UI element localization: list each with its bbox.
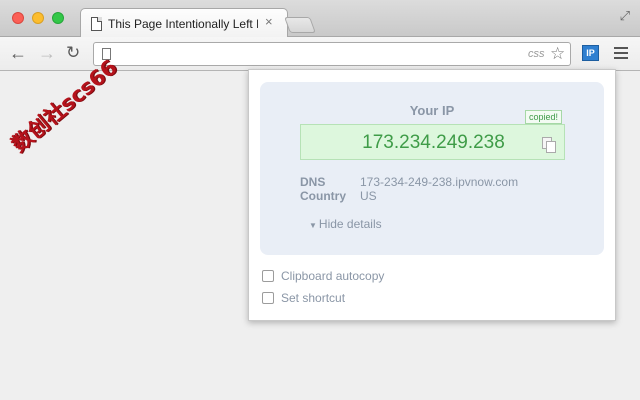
ip-value[interactable]: 173.234.249.238	[301, 132, 566, 154]
tab-close-button[interactable]: ×	[265, 14, 273, 29]
set-shortcut-label[interactable]: Set shortcut	[281, 291, 345, 305]
bookmark-star-icon[interactable]: ☆	[550, 44, 565, 64]
detail-value: US	[360, 189, 377, 203]
minimize-window-button[interactable]	[32, 12, 44, 24]
chevron-down-icon: ▼	[309, 221, 317, 230]
close-window-button[interactable]	[12, 12, 24, 24]
clipboard-autocopy-checkbox[interactable]	[262, 270, 274, 282]
address-bar[interactable]: css ☆	[93, 42, 571, 66]
hide-details-link[interactable]: ▼ Hide details	[309, 217, 382, 231]
zoom-window-button[interactable]	[52, 12, 64, 24]
tab-title: This Page Intentionally Left B	[108, 17, 258, 31]
copied-badge: copied!	[525, 110, 563, 124]
forward-button[interactable]: →	[38, 44, 56, 62]
copy-icon[interactable]	[542, 137, 556, 153]
clipboard-autocopy-label[interactable]: Clipboard autocopy	[281, 269, 384, 283]
tab-strip: This Page Intentionally Left B × ⤢	[0, 0, 640, 38]
page-icon	[91, 17, 102, 31]
back-button[interactable]: ←	[9, 44, 27, 62]
ip-popup: Your IP 173.234.249.238 copied! DNS 173-…	[248, 69, 616, 321]
detail-value: 173-234-249-238.ipvnow.com	[360, 175, 519, 189]
hide-details-label: Hide details	[318, 217, 382, 231]
ip-box[interactable]: 173.234.249.238	[300, 124, 565, 160]
ip-info-card: Your IP 173.234.249.238 copied! DNS 173-…	[260, 82, 604, 255]
fullscreen-icon[interactable]: ⤢	[620, 8, 630, 24]
new-tab-button[interactable]	[284, 17, 316, 33]
menu-icon[interactable]	[614, 47, 628, 62]
tab-active[interactable]: This Page Intentionally Left B ×	[80, 8, 288, 38]
ip-extension-button[interactable]: IP	[582, 45, 599, 61]
reload-button[interactable]: ↻	[66, 44, 80, 62]
detail-key: Country	[300, 189, 346, 203]
set-shortcut-checkbox[interactable]	[262, 292, 274, 304]
css-badge[interactable]: css	[528, 48, 545, 60]
detail-key: DNS	[300, 175, 326, 189]
